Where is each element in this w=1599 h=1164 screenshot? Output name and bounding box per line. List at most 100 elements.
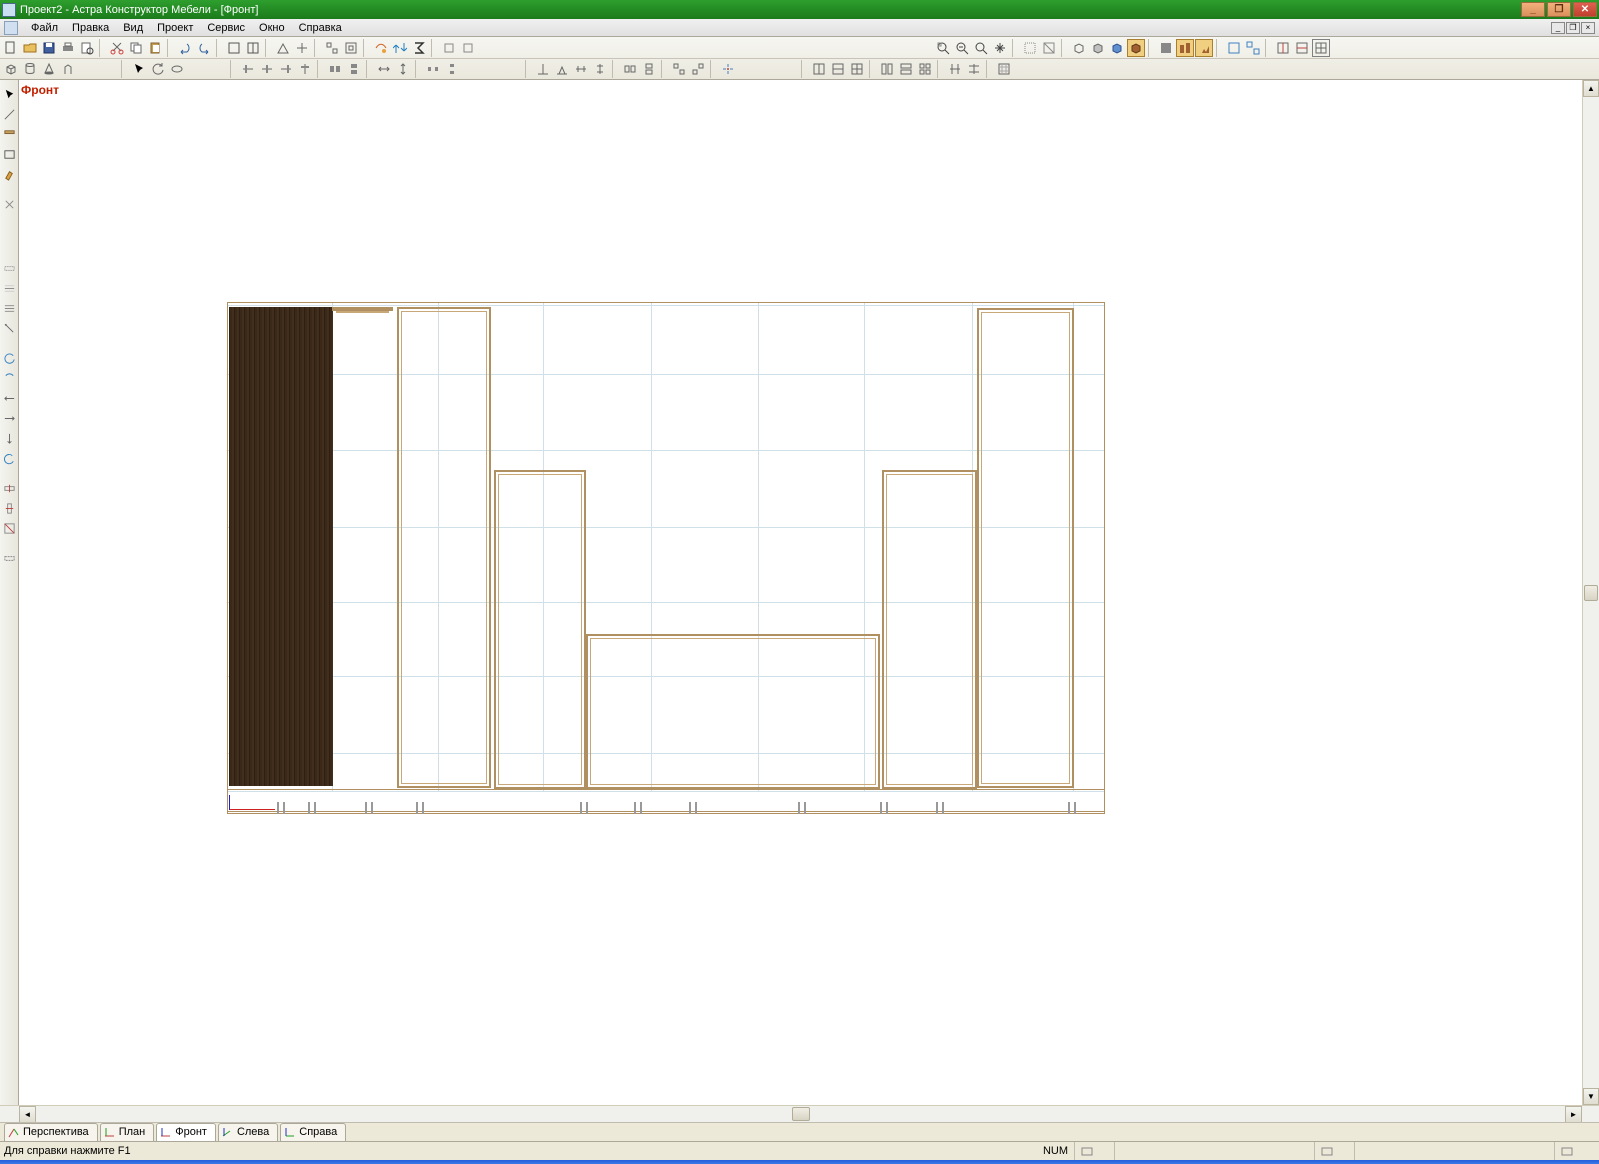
- align-4-icon[interactable]: [296, 60, 314, 78]
- op-7-icon[interactable]: [1, 390, 17, 406]
- tab-left[interactable]: Слева: [218, 1123, 278, 1141]
- op-12-icon[interactable]: [1, 500, 17, 516]
- extrude-icon[interactable]: [59, 60, 77, 78]
- op-3-icon[interactable]: [1, 300, 17, 316]
- dist-4-icon[interactable]: [443, 60, 461, 78]
- tool-a2-icon[interactable]: [244, 39, 262, 57]
- maximize-button[interactable]: ❐: [1547, 2, 1571, 17]
- pointer-tool-icon[interactable]: [1, 86, 17, 102]
- grid-6-icon[interactable]: [916, 60, 934, 78]
- menu-project[interactable]: Проект: [150, 21, 200, 35]
- scroll-down-button[interactable]: ▼: [1583, 1088, 1599, 1105]
- tool-a9-icon[interactable]: [440, 39, 458, 57]
- view1-icon[interactable]: [1225, 39, 1243, 57]
- menu-help[interactable]: Справка: [292, 21, 349, 35]
- tool-a4-icon[interactable]: [293, 39, 311, 57]
- save-icon[interactable]: [40, 39, 58, 57]
- vertical-scrollbar[interactable]: ▲ ▼: [1582, 80, 1599, 1105]
- snap-1-icon[interactable]: [534, 60, 552, 78]
- menu-edit[interactable]: Правка: [65, 21, 116, 35]
- menu-view[interactable]: Вид: [116, 21, 150, 35]
- cut-icon[interactable]: [108, 39, 126, 57]
- scroll-right-button[interactable]: ►: [1565, 1106, 1582, 1123]
- undo-icon[interactable]: [176, 39, 194, 57]
- snap-3-icon[interactable]: [572, 60, 590, 78]
- panel-tool-icon[interactable]: [1, 126, 17, 142]
- scroll-left-button[interactable]: ◄: [19, 1106, 36, 1123]
- horizontal-scrollbar[interactable]: ◄ ►: [0, 1105, 1599, 1122]
- new-icon[interactable]: [2, 39, 20, 57]
- tab-plan[interactable]: План: [100, 1123, 155, 1141]
- wire-icon[interactable]: [1021, 39, 1039, 57]
- grid-5-icon[interactable]: [897, 60, 915, 78]
- tool-a8-icon[interactable]: [391, 39, 409, 57]
- align-5-icon[interactable]: [326, 60, 344, 78]
- print-icon[interactable]: [59, 39, 77, 57]
- open-icon[interactable]: [21, 39, 39, 57]
- paste-icon[interactable]: [146, 39, 164, 57]
- view2-icon[interactable]: [1244, 39, 1262, 57]
- tab-front[interactable]: Фронт: [156, 1123, 216, 1141]
- align-2-icon[interactable]: [258, 60, 276, 78]
- grid-8-icon[interactable]: [965, 60, 983, 78]
- line-tool-icon[interactable]: [1, 106, 17, 122]
- zoom-fit-icon[interactable]: [972, 39, 990, 57]
- vscroll-thumb[interactable]: [1584, 585, 1598, 601]
- cylinder-icon[interactable]: [21, 60, 39, 78]
- grid-9-icon[interactable]: [995, 60, 1013, 78]
- layout3-icon[interactable]: [1312, 39, 1330, 57]
- grid-7-icon[interactable]: [946, 60, 964, 78]
- mdi-minimize[interactable]: _: [1551, 22, 1565, 34]
- menu-window[interactable]: Окно: [252, 21, 292, 35]
- op-8-icon[interactable]: [1, 410, 17, 426]
- snap-5-icon[interactable]: [621, 60, 639, 78]
- op-11-icon[interactable]: [1, 480, 17, 496]
- pan-icon[interactable]: [991, 39, 1009, 57]
- render3-icon[interactable]: [1195, 39, 1213, 57]
- paint-tool-icon[interactable]: [1, 166, 17, 182]
- rect-tool-icon[interactable]: [1, 146, 17, 162]
- cube4-icon[interactable]: [1127, 39, 1145, 57]
- op-4-icon[interactable]: [1, 320, 17, 336]
- cursor-icon[interactable]: [130, 60, 148, 78]
- tab-perspective[interactable]: Перспектива: [4, 1123, 98, 1141]
- scale-icon[interactable]: [168, 60, 186, 78]
- dist-1-icon[interactable]: [375, 60, 393, 78]
- align-6-icon[interactable]: [345, 60, 363, 78]
- dist-2-icon[interactable]: [394, 60, 412, 78]
- sigma-icon[interactable]: [410, 39, 428, 57]
- menu-file[interactable]: Файл: [24, 21, 65, 35]
- snap-8-icon[interactable]: [689, 60, 707, 78]
- op-6-icon[interactable]: [1, 370, 17, 386]
- layout2-icon[interactable]: [1293, 39, 1311, 57]
- op-13-icon[interactable]: [1, 520, 17, 536]
- minimize-button[interactable]: _: [1521, 2, 1545, 17]
- snap-7-icon[interactable]: [670, 60, 688, 78]
- print-preview-icon[interactable]: [78, 39, 96, 57]
- special-icon[interactable]: [719, 60, 737, 78]
- canvas[interactable]: Фронт: [19, 80, 1582, 1105]
- grid-2-icon[interactable]: [829, 60, 847, 78]
- grid-4-icon[interactable]: [878, 60, 896, 78]
- tool-a10-icon[interactable]: [459, 39, 477, 57]
- rotate-icon[interactable]: [149, 60, 167, 78]
- grid-1-icon[interactable]: [810, 60, 828, 78]
- tool-a1-icon[interactable]: [225, 39, 243, 57]
- cone-icon[interactable]: [40, 60, 58, 78]
- mdi-close[interactable]: ×: [1581, 22, 1595, 34]
- op-9-icon[interactable]: [1, 430, 17, 446]
- op-5-icon[interactable]: [1, 350, 17, 366]
- close-button[interactable]: ✕: [1573, 2, 1597, 17]
- zoom-area-icon[interactable]: [934, 39, 952, 57]
- op-2-icon[interactable]: [1, 280, 17, 296]
- op-1-icon[interactable]: [1, 260, 17, 276]
- box-icon[interactable]: [2, 60, 20, 78]
- snap-4-icon[interactable]: [591, 60, 609, 78]
- redo-icon[interactable]: [195, 39, 213, 57]
- render1-icon[interactable]: [1157, 39, 1175, 57]
- menu-service[interactable]: Сервис: [200, 21, 252, 35]
- mdi-restore[interactable]: ❐: [1566, 22, 1580, 34]
- mdi-icon[interactable]: [4, 21, 18, 35]
- tab-right[interactable]: Справа: [280, 1123, 346, 1141]
- cube3-icon[interactable]: [1108, 39, 1126, 57]
